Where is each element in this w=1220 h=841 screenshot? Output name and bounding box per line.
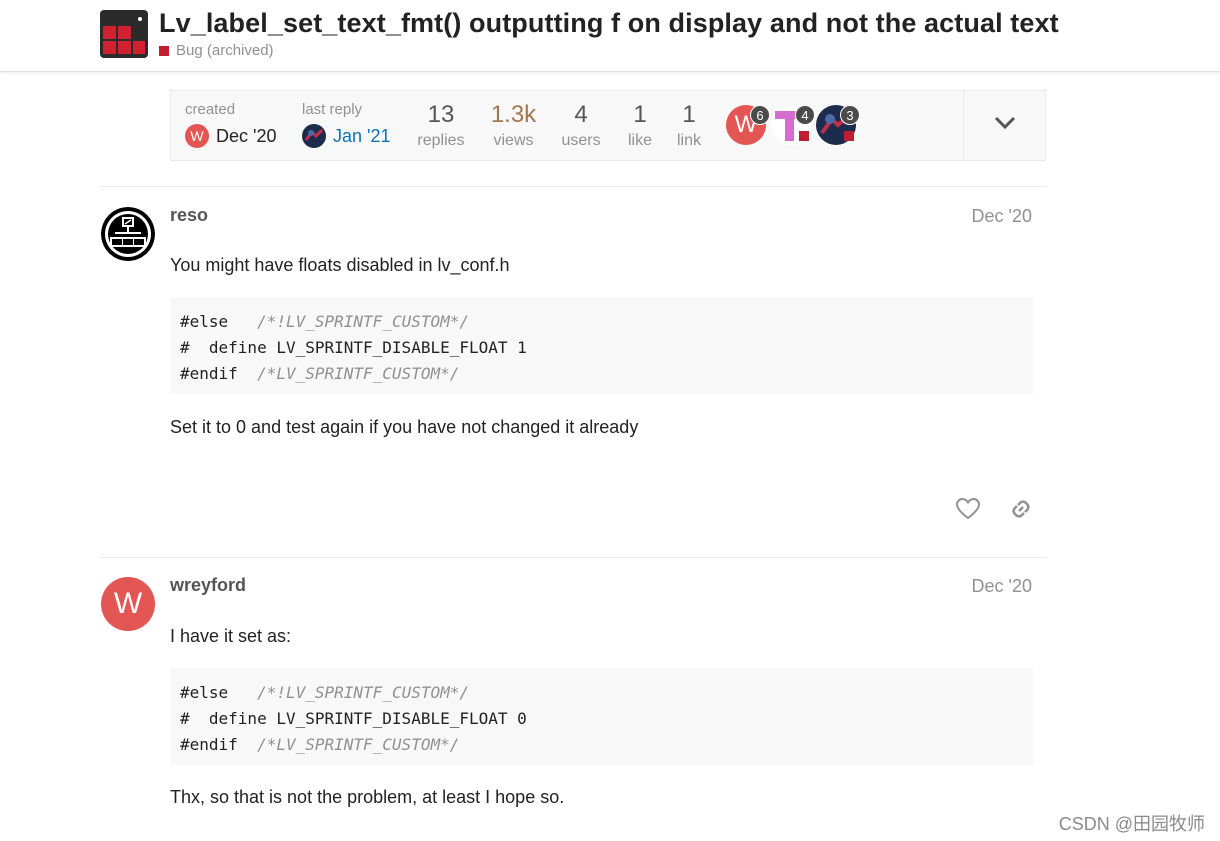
stat-label: replies [417, 132, 465, 149]
stat-replies: 13 replies [411, 100, 471, 150]
code-line: #else /*!LV_SPRINTF_CUSTOM*/ [180, 683, 469, 702]
code-block: #else /*!LV_SPRINTF_CUSTOM*/ # define LV… [170, 668, 1033, 765]
participant-post-count: 3 [840, 105, 860, 125]
post-divider [100, 557, 1046, 558]
code-line: #endif /*LV_SPRINTF_CUSTOM*/ [180, 364, 460, 383]
last-replier-avatar[interactable] [302, 124, 326, 148]
stat-likes: 1 like [620, 100, 660, 150]
category-color-square [159, 45, 169, 56]
chevron-down-icon [994, 116, 1016, 135]
topic-map: created W Dec '20 last reply Jan '21 13 … [170, 90, 1046, 161]
code-line: # define LV_SPRINTF_DISABLE_FLOAT 1 [180, 338, 527, 357]
code-line: #endif /*LV_SPRINTF_CUSTOM*/ [180, 735, 460, 754]
stat-label: views [493, 132, 534, 149]
participants-list: W 6 4 3 [726, 103, 871, 147]
share-link-icon[interactable] [1008, 496, 1034, 522]
stat-views: 1.3k views [481, 100, 546, 150]
post-text: You might have floats disabled in lv_con… [170, 255, 510, 275]
like-heart-icon[interactable] [955, 496, 981, 522]
code-line: # define LV_SPRINTF_DISABLE_FLOAT 0 [180, 709, 527, 728]
last-reply-date[interactable]: Jan '21 [333, 126, 390, 147]
post-text: Thx, so that is not the problem, at leas… [170, 787, 565, 807]
participant-post-count: 4 [795, 105, 815, 125]
created-info: created W Dec '20 [185, 101, 276, 148]
wreyford-avatar[interactable]: W [101, 577, 155, 631]
stat-links: 1 link [671, 100, 707, 150]
category-badge[interactable]: Bug (archived) [159, 42, 274, 59]
reso-avatar[interactable] [101, 207, 155, 261]
post-text: Set it to 0 and test again if you have n… [170, 417, 639, 437]
last-reply-label: last reply [302, 101, 363, 118]
stat-value: 4 [574, 101, 588, 128]
created-label: created [185, 101, 236, 118]
watermark: CSDN @田园牧师 [1058, 814, 1205, 834]
participant-post-count: 6 [750, 105, 770, 125]
stat-label: users [561, 132, 601, 149]
last-reply-info: last reply Jan '21 [302, 101, 390, 148]
stat-value: 1 [633, 101, 647, 128]
stat-value: 1.3k [490, 101, 537, 128]
site-logo[interactable] [100, 10, 148, 58]
post-text: I have it set as: [170, 626, 292, 646]
post-username[interactable]: reso [170, 205, 208, 226]
expand-topic-map-button[interactable] [963, 91, 1046, 160]
stat-label: link [676, 132, 701, 149]
topic-title[interactable]: Lv_label_set_text_fmt() outputting f on … [159, 8, 1059, 39]
post-divider [100, 186, 1046, 187]
post-username[interactable]: wreyford [170, 575, 246, 596]
creator-avatar[interactable]: W [185, 124, 209, 148]
stat-value: 13 [427, 101, 455, 128]
created-date: Dec '20 [216, 125, 277, 146]
code-block: #else /*!LV_SPRINTF_CUSTOM*/ # define LV… [170, 297, 1033, 394]
site-header: Lv_label_set_text_fmt() outputting f on … [0, 0, 1220, 72]
post-date[interactable]: Dec '20 [972, 576, 1032, 597]
stat-label: like [627, 132, 652, 149]
stat-value: 1 [682, 101, 696, 128]
code-line: #else /*!LV_SPRINTF_CUSTOM*/ [180, 312, 469, 331]
category-name: Bug (archived) [176, 42, 274, 59]
post-date[interactable]: Dec '20 [972, 206, 1032, 227]
stat-users: 4 users [556, 100, 606, 150]
